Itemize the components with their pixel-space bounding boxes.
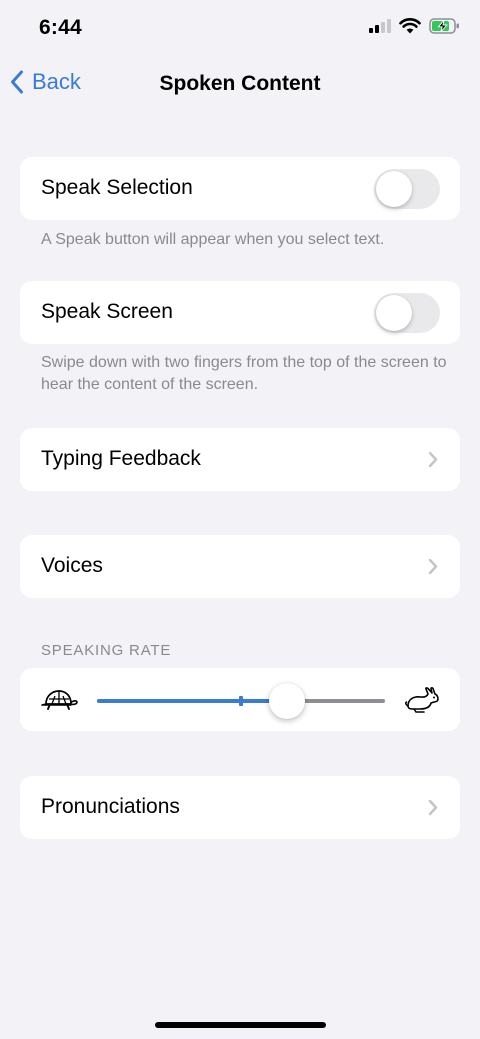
speak-selection-footnote: A Speak button will appear when you sele… (41, 231, 385, 248)
typing-feedback-row[interactable]: Typing Feedback (20, 428, 460, 491)
speaking-rate-slider[interactable] (97, 683, 385, 719)
voices-row[interactable]: Voices (20, 535, 460, 598)
status-time: 6:44 (39, 16, 82, 39)
chevron-right-icon (428, 451, 438, 468)
speaking-rate-row (20, 668, 460, 731)
page-title: Spoken Content (159, 72, 321, 95)
chevron-right-icon (428, 799, 438, 816)
speak-selection-row: Speak Selection (20, 157, 460, 220)
battery-charging-icon (429, 18, 459, 34)
speak-screen-toggle[interactable] (374, 293, 440, 333)
cellular-signal-icon (369, 19, 391, 33)
slider-fill (97, 699, 288, 703)
slider-default-tick (239, 696, 243, 706)
status-icons (369, 18, 460, 34)
speak-screen-footnote: Swipe down with two fingers from the top… (41, 354, 447, 393)
slider-thumb[interactable] (269, 683, 306, 719)
pronunciations-label: Pronunciations (41, 795, 180, 818)
rabbit-icon (405, 686, 439, 713)
spoken-content-screen: 6:44 Back Spoken Content Speak Selection… (0, 0, 480, 1039)
home-indicator[interactable] (155, 1022, 326, 1028)
voices-label: Voices (41, 554, 103, 577)
speak-selection-toggle[interactable] (374, 169, 440, 209)
turtle-icon (41, 690, 78, 710)
toggle-knob (376, 295, 412, 331)
speak-screen-label: Speak Screen (41, 300, 173, 323)
typing-feedback-label: Typing Feedback (41, 447, 201, 470)
speak-selection-label: Speak Selection (41, 176, 193, 199)
navigation-bar: Back Spoken Content (0, 60, 480, 108)
speaking-rate-header: SPEAKING RATE (41, 642, 172, 659)
toggle-knob (376, 171, 412, 207)
chevron-right-icon (428, 558, 438, 575)
wifi-icon (399, 18, 421, 34)
pronunciations-row[interactable]: Pronunciations (20, 776, 460, 839)
speak-screen-row: Speak Screen (20, 281, 460, 344)
